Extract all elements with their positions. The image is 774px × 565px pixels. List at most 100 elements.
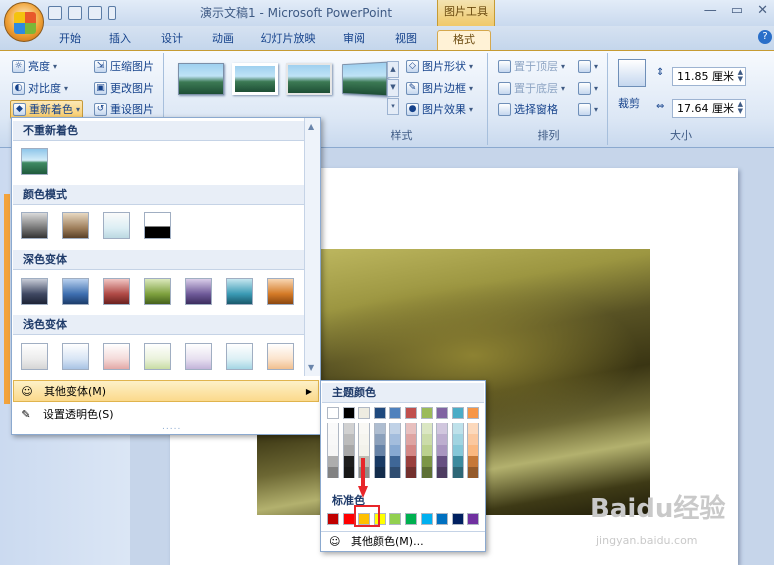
standard-color-swatch[interactable] [451, 513, 464, 525]
theme-shade-swatch[interactable] [389, 467, 402, 478]
theme-shade-swatch[interactable] [420, 467, 433, 478]
theme-shade-swatch[interactable] [342, 434, 355, 445]
theme-shade-swatch[interactable] [436, 423, 449, 434]
scroll-up-icon[interactable]: ▲ [308, 122, 314, 131]
rotate-button[interactable]: ▾ [576, 100, 600, 119]
dark-variant-6[interactable] [226, 278, 253, 305]
minimize-button[interactable]: — [704, 3, 717, 18]
picture-shape-button[interactable]: ◇ 图片形状 ▾ [404, 57, 475, 76]
standard-color-swatch[interactable] [420, 513, 433, 525]
crop-icon[interactable] [618, 59, 646, 87]
theme-shade-swatch[interactable] [420, 456, 433, 467]
theme-shade-swatch[interactable] [389, 456, 402, 467]
tab-insert[interactable]: 插入 [102, 30, 138, 50]
style-thumb-1[interactable] [178, 63, 224, 95]
theme-shade-swatch[interactable] [467, 467, 480, 478]
picture-border-button[interactable]: ✎ 图片边框 ▾ [404, 79, 475, 98]
theme-shade-swatch[interactable] [373, 467, 386, 478]
send-to-back-button[interactable]: 置于底层 ▾ [496, 79, 567, 98]
theme-color-swatch[interactable] [389, 407, 402, 419]
no-recolor-swatch[interactable] [21, 148, 48, 175]
theme-shade-swatch[interactable] [327, 434, 339, 445]
standard-color-swatch[interactable] [342, 513, 355, 525]
theme-color-swatch[interactable] [373, 407, 386, 419]
theme-shade-swatch[interactable] [373, 456, 386, 467]
theme-color-swatch[interactable] [405, 407, 417, 419]
tab-slideshow[interactable]: 幻灯片放映 [255, 30, 321, 50]
theme-shade-swatch[interactable] [405, 445, 417, 456]
theme-shade-swatch[interactable] [451, 434, 464, 445]
theme-shade-swatch[interactable] [342, 423, 355, 434]
theme-shade-swatch[interactable] [389, 434, 402, 445]
standard-color-swatch[interactable] [327, 513, 339, 525]
gallery-scroll[interactable]: ▲ ▼ ▾ [387, 61, 399, 115]
theme-shade-swatch[interactable] [373, 445, 386, 456]
tab-design[interactable]: 设计 [154, 30, 190, 50]
theme-color-swatch[interactable] [327, 407, 339, 419]
theme-shade-swatch[interactable] [467, 434, 480, 445]
theme-shade-swatch[interactable] [451, 423, 464, 434]
light-variant-5[interactable] [185, 343, 212, 370]
theme-shade-swatch[interactable] [373, 423, 386, 434]
office-button[interactable] [4, 2, 44, 42]
theme-shade-swatch[interactable] [451, 456, 464, 467]
style-thumb-3[interactable] [286, 63, 332, 95]
theme-color-swatch[interactable] [342, 407, 355, 419]
light-variant-3[interactable] [103, 343, 130, 370]
black-white-swatch[interactable] [144, 212, 171, 239]
maximize-button[interactable]: ▭ [731, 3, 743, 18]
theme-shade-swatch[interactable] [358, 423, 371, 434]
light-variant-2[interactable] [62, 343, 89, 370]
theme-shade-swatch[interactable] [436, 434, 449, 445]
close-button[interactable]: ✕ [757, 3, 768, 18]
theme-color-swatch[interactable] [420, 407, 433, 419]
dark-variant-5[interactable] [185, 278, 212, 305]
theme-shade-swatch[interactable] [436, 467, 449, 478]
compress-button[interactable]: ⇲ 压缩图片 [92, 57, 156, 76]
theme-shade-swatch[interactable] [420, 434, 433, 445]
recolor-scrollbar[interactable]: ▲ ▼ [304, 118, 320, 376]
theme-color-swatch[interactable] [436, 407, 449, 419]
theme-shade-swatch[interactable] [373, 434, 386, 445]
standard-color-swatch[interactable] [389, 513, 402, 525]
theme-shade-swatch[interactable] [436, 445, 449, 456]
standard-color-swatch[interactable] [467, 513, 480, 525]
style-thumb-4[interactable] [342, 61, 388, 97]
save-icon[interactable] [48, 6, 62, 20]
washout-swatch[interactable] [103, 212, 130, 239]
theme-shade-swatch[interactable] [327, 445, 339, 456]
theme-shade-swatch[interactable] [342, 456, 355, 467]
tab-home[interactable]: 开始 [52, 30, 88, 50]
theme-shade-swatch[interactable] [358, 434, 371, 445]
tab-view[interactable]: 视图 [388, 30, 424, 50]
dark-variant-1[interactable] [21, 278, 48, 305]
redo-icon[interactable] [88, 6, 102, 20]
theme-shade-swatch[interactable] [327, 467, 339, 478]
brightness-button[interactable]: ☼ 亮度 ▾ [10, 57, 59, 76]
theme-shade-swatch[interactable] [467, 456, 480, 467]
change-picture-button[interactable]: ▣ 更改图片 [92, 79, 156, 98]
width-field[interactable]: 17.64 厘米 ▲ ▼ [672, 99, 746, 118]
selection-pane-button[interactable]: 选择窗格 [496, 100, 560, 119]
theme-shade-swatch[interactable] [405, 467, 417, 478]
group-button[interactable]: ▾ [576, 79, 600, 98]
theme-color-swatch[interactable] [467, 407, 480, 419]
dark-variant-4[interactable] [144, 278, 171, 305]
light-variant-7[interactable] [267, 343, 294, 370]
light-variant-1[interactable] [21, 343, 48, 370]
theme-color-swatch[interactable] [451, 407, 464, 419]
theme-shade-swatch[interactable] [342, 445, 355, 456]
theme-shade-swatch[interactable] [342, 467, 355, 478]
resize-grip[interactable]: ..... [162, 422, 181, 432]
more-variants-item[interactable]: ☺ 其他变体(M) ▶ [13, 380, 319, 402]
tab-review[interactable]: 审阅 [336, 30, 372, 50]
bring-to-front-button[interactable]: 置于顶层 ▾ [496, 57, 567, 76]
style-thumb-2[interactable] [232, 63, 278, 95]
standard-color-swatch[interactable] [436, 513, 449, 525]
scroll-down-icon[interactable]: ▼ [308, 363, 314, 372]
theme-shade-swatch[interactable] [405, 423, 417, 434]
theme-shade-swatch[interactable] [405, 456, 417, 467]
dark-variant-2[interactable] [62, 278, 89, 305]
theme-shade-swatch[interactable] [405, 434, 417, 445]
light-variant-4[interactable] [144, 343, 171, 370]
